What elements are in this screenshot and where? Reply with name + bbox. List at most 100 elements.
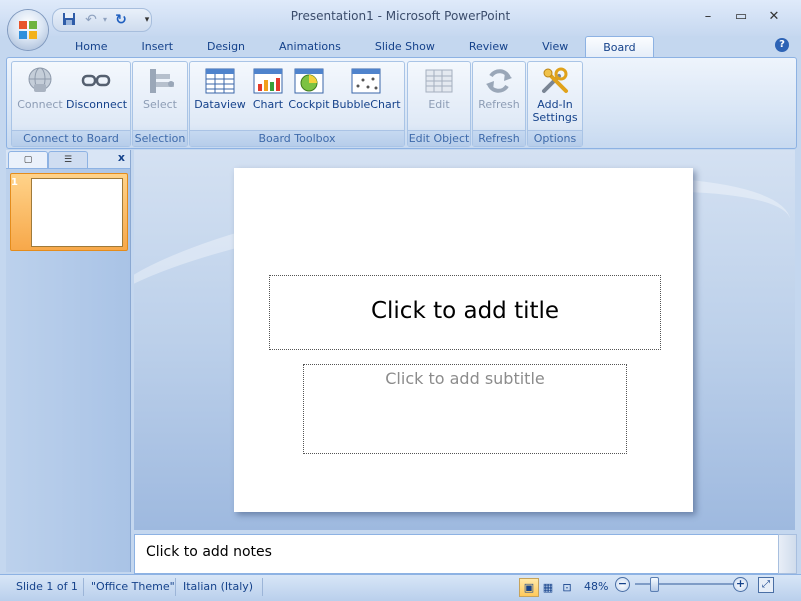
- add-in-settings-button[interactable]: Add-In Settings: [531, 66, 579, 124]
- office-button[interactable]: [8, 10, 48, 50]
- select-button[interactable]: Select: [136, 66, 184, 111]
- fit-to-window-icon[interactable]: ⤢: [758, 577, 774, 593]
- chart-label: Chart: [252, 98, 284, 111]
- cockpit-button[interactable]: Cockpit: [288, 66, 330, 111]
- undo-dropdown-icon[interactable]: ▾: [97, 12, 113, 28]
- status-divider: [83, 578, 84, 596]
- tab-design[interactable]: Design: [190, 36, 262, 58]
- group-label-refresh: Refresh: [473, 130, 525, 146]
- slides-panel: ▢ ☰ x 1: [6, 150, 131, 572]
- group-refresh: Refresh Refresh: [472, 61, 526, 147]
- disconnect-icon: [80, 66, 112, 96]
- bubblechart-icon: [350, 66, 382, 96]
- normal-view-icon: ▣: [523, 581, 535, 594]
- ribbon: Connect Disconnect Connect to Board Sele…: [6, 57, 797, 149]
- language-indicator[interactable]: Italian (Italy): [183, 580, 253, 593]
- add-in-label-line1: Add-In: [537, 98, 573, 111]
- slide-thumbnail[interactable]: [31, 178, 123, 247]
- group-label-board-toolbox: Board Toolbox: [190, 130, 404, 146]
- group-connect-to-board: Connect Disconnect Connect to Board: [11, 61, 131, 147]
- edit-button[interactable]: Edit: [415, 66, 463, 111]
- cockpit-label: Cockpit: [288, 98, 330, 111]
- tab-board[interactable]: Board: [585, 36, 654, 59]
- tools-icon: [539, 66, 571, 96]
- normal-view-button[interactable]: ▣: [519, 578, 539, 597]
- zoom-slider-thumb[interactable]: [650, 577, 659, 592]
- slide-sorter-view-button[interactable]: ▦: [538, 578, 558, 597]
- zoom-level[interactable]: 48%: [584, 580, 608, 593]
- tab-outline[interactable]: ☰: [48, 151, 88, 168]
- help-icon[interactable]: ?: [775, 38, 789, 52]
- slide-sorter-icon: ▦: [542, 581, 554, 594]
- chevron-down-icon[interactable]: ▾: [139, 12, 155, 28]
- status-divider: [262, 578, 263, 596]
- group-label-edit-object: Edit Object: [408, 130, 470, 146]
- subtitle-placeholder[interactable]: Click to add subtitle: [303, 364, 627, 454]
- tab-slide-show[interactable]: Slide Show: [358, 36, 452, 58]
- group-options: Add-In Settings Options: [527, 61, 583, 147]
- panel-close-button[interactable]: x: [118, 151, 125, 164]
- cockpit-icon: [293, 66, 325, 96]
- connect-label: Connect: [17, 98, 63, 111]
- dataview-icon: [204, 66, 236, 96]
- notes-placeholder-text: Click to add notes: [146, 544, 272, 560]
- slide-show-icon: ⊡: [562, 581, 572, 594]
- tab-home[interactable]: Home: [58, 36, 124, 58]
- subtitle-placeholder-text: Click to add subtitle: [385, 369, 545, 388]
- close-icon: ✕: [768, 9, 780, 24]
- redo-icon[interactable]: ↻: [113, 12, 129, 28]
- bubblechart-label: BubbleChart: [332, 98, 401, 111]
- edit-table-icon: [423, 66, 455, 96]
- select-icon: [144, 66, 176, 96]
- add-in-label-line2: Settings: [532, 111, 578, 124]
- status-bar: Slide 1 of 1 "Office Theme" Italian (Ita…: [0, 574, 801, 601]
- select-label: Select: [143, 98, 177, 111]
- minimize-icon: –: [704, 9, 712, 24]
- slides-panel-tabs: ▢ ☰ x: [6, 150, 130, 169]
- title-placeholder[interactable]: Click to add title: [269, 275, 661, 350]
- connect-icon: [24, 66, 56, 96]
- group-selection: Select Selection: [132, 61, 188, 147]
- maximize-icon: ▭: [734, 9, 748, 24]
- chart-icon: [252, 66, 284, 96]
- notes-scrollbar[interactable]: [778, 534, 797, 574]
- slide-counter: Slide 1 of 1: [16, 580, 78, 593]
- chart-button[interactable]: Chart: [248, 66, 288, 111]
- tab-view[interactable]: View: [525, 36, 585, 58]
- slide-show-view-button[interactable]: ⊡: [557, 578, 577, 597]
- edit-label: Edit: [428, 98, 450, 111]
- tab-animations[interactable]: Animations: [262, 36, 358, 58]
- minimize-button[interactable]: –: [696, 8, 720, 26]
- dataview-button[interactable]: Dataview: [193, 66, 247, 111]
- close-button[interactable]: ✕: [762, 8, 786, 26]
- bubblechart-button[interactable]: BubbleChart: [332, 66, 401, 111]
- quick-access-toolbar: ↶ ▾ ↻ ▾: [52, 8, 152, 32]
- outline-tab-icon: ☰: [63, 155, 73, 165]
- refresh-icon: [483, 66, 515, 96]
- group-label-connect-to-board: Connect to Board: [12, 130, 130, 146]
- tab-review[interactable]: Review: [452, 36, 525, 58]
- refresh-label: Refresh: [478, 98, 520, 111]
- zoom-in-button[interactable]: +: [733, 577, 748, 592]
- dataview-label: Dataview: [194, 98, 246, 111]
- group-label-options: Options: [528, 130, 582, 146]
- zoom-out-button[interactable]: −: [615, 577, 630, 592]
- disconnect-button[interactable]: Disconnect: [66, 66, 128, 111]
- notes-pane[interactable]: Click to add notes: [134, 534, 779, 574]
- maximize-button[interactable]: ▭: [729, 8, 753, 26]
- connect-button[interactable]: Connect: [16, 66, 64, 111]
- group-edit-object: Edit Edit Object: [407, 61, 471, 147]
- status-divider: [175, 578, 176, 596]
- slide-thumbnail-number: 1: [11, 177, 18, 188]
- tab-insert[interactable]: Insert: [124, 36, 190, 58]
- refresh-button[interactable]: Refresh: [475, 66, 523, 111]
- title-placeholder-text: Click to add title: [370, 298, 560, 324]
- slides-tab-icon: ▢: [23, 155, 33, 165]
- save-icon[interactable]: [61, 12, 77, 28]
- group-label-selection: Selection: [133, 130, 187, 146]
- group-board-toolbox: Dataview Chart Cockpit BubbleChart Board…: [189, 61, 405, 147]
- theme-name: "Office Theme": [91, 580, 175, 593]
- tab-slides[interactable]: ▢: [8, 151, 48, 168]
- disconnect-label: Disconnect: [66, 98, 128, 111]
- office-logo-icon: [19, 21, 37, 39]
